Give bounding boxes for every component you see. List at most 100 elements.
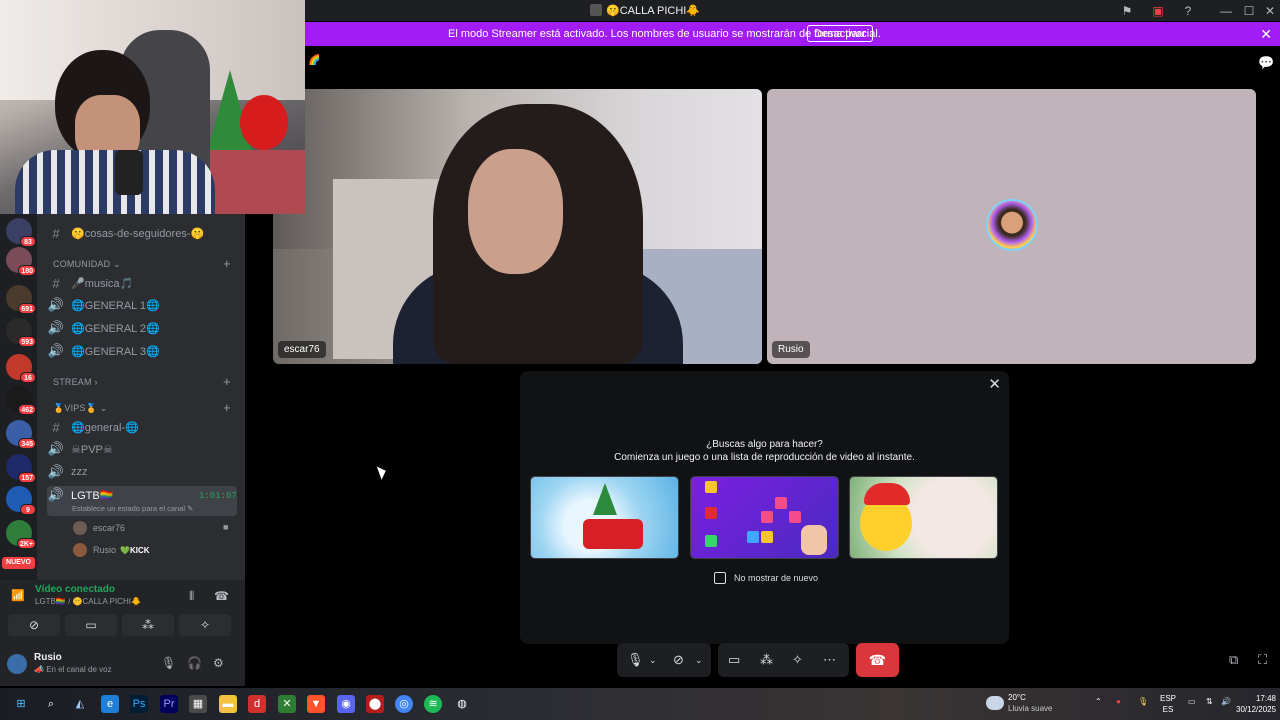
- speaker-icon: 🔊: [47, 464, 65, 479]
- speaker-icon: 🔊: [47, 320, 65, 335]
- server-icon[interactable]: 157: [6, 454, 36, 483]
- maximize-icon[interactable]: ☐: [1241, 3, 1257, 19]
- activity-suggestion-popup: ✕ ¿Buscas algo para hacer? Comienza un j…: [520, 371, 1009, 644]
- chat-bubble-icon[interactable]: 💬: [1258, 55, 1274, 71]
- server-icon[interactable]: 83: [6, 218, 36, 247]
- voice-user[interactable]: Rusio 💚KICK: [73, 542, 150, 558]
- settings-gear-icon[interactable]: ⚙: [213, 656, 224, 670]
- video-tile-name: Rusio: [772, 341, 810, 358]
- search-icon[interactable]: ⌕: [42, 695, 60, 713]
- add-channel-icon[interactable]: +: [223, 256, 231, 271]
- share-screen-button[interactable]: ▭: [65, 614, 117, 636]
- server-icon[interactable]: 691: [6, 285, 36, 314]
- category-vips[interactable]: 🏅VIPS🏅 ⌄: [53, 403, 108, 414]
- disconnect-call-button[interactable]: ☎: [856, 643, 899, 677]
- deactivate-streamer-button[interactable]: Desactivar: [807, 25, 873, 42]
- popout-icon[interactable]: ⧉: [1229, 652, 1238, 668]
- language-indicator[interactable]: ESP ES: [1160, 693, 1176, 715]
- category-stream[interactable]: STREAM ›: [53, 377, 98, 387]
- voice-location[interactable]: LGTB🏳️‍🌈 / 🤫CALLA PICHI🐥: [35, 597, 141, 606]
- video-tile-rusio[interactable]: Rusio: [767, 89, 1256, 364]
- close-window-icon[interactable]: ✕: [1262, 3, 1278, 19]
- clock[interactable]: 17:48 30/12/2025: [1236, 693, 1276, 715]
- channel-item[interactable]: # 🤫cosas-de-seguidores-🤫: [47, 223, 237, 243]
- discord-icon[interactable]: ◉: [337, 695, 355, 713]
- voice-channel-item[interactable]: 🔊 ☠PVP☠: [47, 439, 237, 459]
- chevron-up-icon[interactable]: ⌃: [1095, 697, 1102, 706]
- camera-options-chevron-icon[interactable]: ⌄: [695, 655, 703, 666]
- camera-off-icon[interactable]: ⊘: [673, 652, 684, 668]
- xbox-icon[interactable]: ✕: [278, 695, 296, 713]
- obs-icon[interactable]: ◍: [453, 695, 471, 713]
- disconnect-icon[interactable]: ☎: [214, 589, 229, 603]
- edge-icon[interactable]: e: [101, 695, 119, 713]
- chrome-icon[interactable]: ◎: [395, 695, 413, 713]
- display-icon[interactable]: ▭: [1188, 697, 1196, 706]
- category-comunidad[interactable]: COMUNIDAD ⌄: [53, 259, 121, 270]
- server-icon[interactable]: 345: [6, 420, 36, 449]
- minimize-icon[interactable]: —: [1218, 3, 1234, 19]
- activity-card-3[interactable]: [849, 476, 998, 559]
- server-icon[interactable]: 593: [6, 318, 36, 347]
- network-icon[interactable]: ⇅: [1206, 697, 1213, 706]
- microphone-icon[interactable]: 🎙: [627, 652, 644, 668]
- voice-channel-item[interactable]: 🔊 zzz: [47, 462, 237, 482]
- activities-icon[interactable]: ⁂: [760, 652, 773, 668]
- user-name[interactable]: Rusio: [34, 652, 62, 663]
- task-view-icon[interactable]: ◭: [71, 695, 89, 713]
- server-icon[interactable]: 9: [6, 486, 36, 515]
- activities-button[interactable]: ⁂: [122, 614, 174, 636]
- add-channel-icon[interactable]: +: [223, 400, 231, 415]
- server-icon[interactable]: 2K+: [6, 520, 36, 549]
- more-options-icon[interactable]: ⋯: [823, 652, 836, 668]
- app-icon[interactable]: d: [248, 695, 266, 713]
- speaker-icon: 🔊: [47, 487, 65, 502]
- voice-user[interactable]: escar76: [73, 520, 125, 536]
- help-icon[interactable]: ?: [1180, 3, 1196, 19]
- tray-mic-icon[interactable]: 🎙: [1138, 697, 1148, 706]
- avatar[interactable]: [7, 654, 27, 674]
- speaker-icon: 🔊: [47, 441, 65, 456]
- camera-toggle-button[interactable]: ⊘: [8, 614, 60, 636]
- close-icon[interactable]: ✕: [988, 375, 1001, 393]
- dont-show-again-checkbox[interactable]: [714, 572, 726, 584]
- share-screen-icon[interactable]: ▭: [728, 652, 740, 668]
- activity-card-1[interactable]: [530, 476, 679, 559]
- channel-item[interactable]: # 🌐general-🌐: [47, 417, 237, 437]
- window-title-text: CALLA PICHI: [619, 5, 687, 17]
- soundboard-icon[interactable]: ✧: [792, 652, 803, 668]
- add-channel-icon[interactable]: +: [223, 374, 231, 389]
- file-explorer-icon[interactable]: ▬: [219, 695, 237, 713]
- video-tile-escar76[interactable]: escar76: [273, 89, 762, 364]
- photoshop-icon[interactable]: Ps: [130, 695, 148, 713]
- voice-channel-item[interactable]: 🔊 🌐GENERAL 3🌐: [47, 341, 237, 361]
- noise-suppression-icon[interactable]: ⦀: [189, 589, 194, 604]
- screen-share-icon[interactable]: ▣: [1150, 3, 1166, 19]
- soundboard-button[interactable]: ✧: [179, 614, 231, 636]
- spotify-icon[interactable]: ≋: [424, 695, 442, 713]
- store-icon[interactable]: ▦: [189, 695, 207, 713]
- hashtag-icon: #: [52, 275, 60, 291]
- set-channel-status[interactable]: Establece un estado para el canal ✎: [72, 504, 193, 513]
- close-banner-icon[interactable]: ✕: [1260, 26, 1272, 43]
- start-icon[interactable]: ⊞: [12, 695, 30, 713]
- brave-icon[interactable]: ▼: [307, 695, 325, 713]
- premiere-icon[interactable]: Pr: [160, 695, 178, 713]
- mic-options-chevron-icon[interactable]: ⌄: [649, 655, 657, 666]
- server-icon[interactable]: 180: [6, 247, 36, 276]
- activity-card-2[interactable]: [690, 476, 839, 559]
- channel-item[interactable]: # 🎤musica🎵: [47, 273, 237, 293]
- voice-status[interactable]: Vídeo conectado: [35, 584, 115, 595]
- volume-icon[interactable]: 🔊: [1221, 697, 1231, 706]
- app-icon[interactable]: ⬤: [366, 695, 384, 713]
- headphones-icon[interactable]: 🎧: [187, 656, 202, 670]
- server-icon[interactable]: 16: [6, 354, 36, 383]
- voice-channel-item[interactable]: 🔊 🌐GENERAL 1🌐: [47, 295, 237, 315]
- server-icon[interactable]: 462: [6, 386, 36, 415]
- inbox-icon[interactable]: ⚑: [1119, 3, 1135, 19]
- microphone-icon[interactable]: 🎙: [161, 656, 176, 670]
- mouse-cursor: [376, 464, 389, 480]
- voice-channel-item[interactable]: 🔊 🌐GENERAL 2🌐: [47, 318, 237, 338]
- fullscreen-icon[interactable]: ⛶: [1258, 652, 1267, 668]
- tray-app-icon[interactable]: ●: [1116, 697, 1121, 706]
